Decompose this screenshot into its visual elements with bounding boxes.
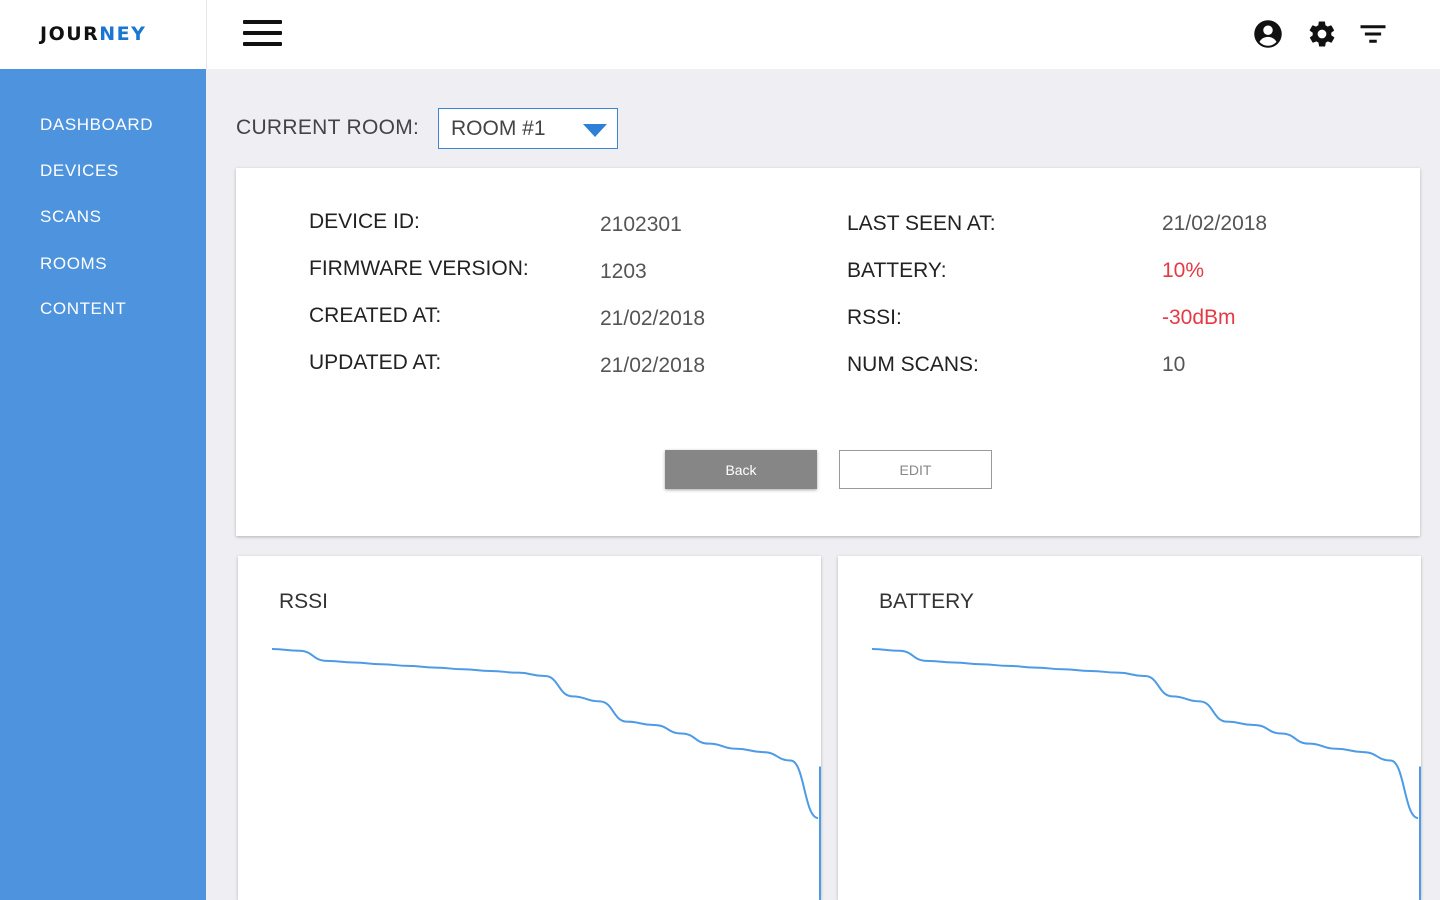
rssi-value: -30dBm <box>1162 306 1236 329</box>
created-at-value: 21/02/2018 <box>600 307 706 330</box>
rssi-label: RSSI: <box>847 306 902 329</box>
settings-icon[interactable] <box>1307 19 1337 49</box>
menu-bar <box>243 42 282 46</box>
chevron-down-icon <box>583 124 607 137</box>
top-bar: JOURNEY <box>0 0 1440 69</box>
battery-label: BATTERY: <box>847 259 947 282</box>
updated-at-label: UPDATED AT: <box>309 351 442 374</box>
battery-chart <box>871 648 1421 900</box>
menu-icon[interactable] <box>243 20 283 48</box>
rssi-chart <box>271 648 821 900</box>
rssi-chart-card: RSSI <box>238 556 821 900</box>
last-seen-value: 21/02/2018 <box>1162 212 1268 235</box>
logo-text-accent: NEY <box>99 23 147 45</box>
edit-button[interactable]: EDIT <box>839 450 992 489</box>
room-select[interactable]: ROOM #1 <box>438 108 618 149</box>
menu-bar <box>243 31 282 35</box>
num-scans-value: 10 <box>1162 353 1186 376</box>
menu-bar <box>243 20 282 24</box>
firmware-version-value: 1203 <box>600 260 647 283</box>
firmware-version-label: FIRMWARE VERSION: <box>309 257 529 280</box>
num-scans-label: NUM SCANS: <box>847 353 979 376</box>
sidebar-item-rooms[interactable]: ROOMS <box>40 254 107 274</box>
created-at-label: CREATED AT: <box>309 304 442 327</box>
app-logo[interactable]: JOURNEY <box>40 23 146 45</box>
logo-text: JOUR <box>40 23 100 45</box>
series-line <box>271 648 819 819</box>
battery-value: 10% <box>1162 259 1205 282</box>
logo-area: JOURNEY <box>0 0 207 69</box>
back-button[interactable]: Back <box>665 450 817 489</box>
sidebar-item-scans[interactable]: SCANS <box>40 207 102 227</box>
sidebar-item-dashboard[interactable]: DASHBOARD <box>40 115 153 135</box>
account-icon[interactable] <box>1253 19 1283 49</box>
device-id-value: 2102301 <box>600 213 682 236</box>
updated-at-value: 21/02/2018 <box>600 354 706 377</box>
sidebar: DASHBOARD DEVICES SCANS ROOMS CONTENT <box>0 69 206 900</box>
device-id-label: DEVICE ID: <box>309 210 420 233</box>
filter-icon[interactable] <box>1358 19 1388 49</box>
series-line <box>871 648 1419 819</box>
last-seen-label: LAST SEEN AT: <box>847 212 996 235</box>
battery-chart-card: BATTERY <box>838 556 1421 900</box>
sidebar-item-content[interactable]: CONTENT <box>40 299 126 319</box>
sidebar-item-devices[interactable]: DEVICES <box>40 161 119 181</box>
current-room-label: CURRENT ROOM: <box>236 116 420 139</box>
device-details-card: DEVICE ID: 2102301 FIRMWARE VERSION: 120… <box>236 168 1420 536</box>
room-select-value: ROOM #1 <box>451 117 546 140</box>
